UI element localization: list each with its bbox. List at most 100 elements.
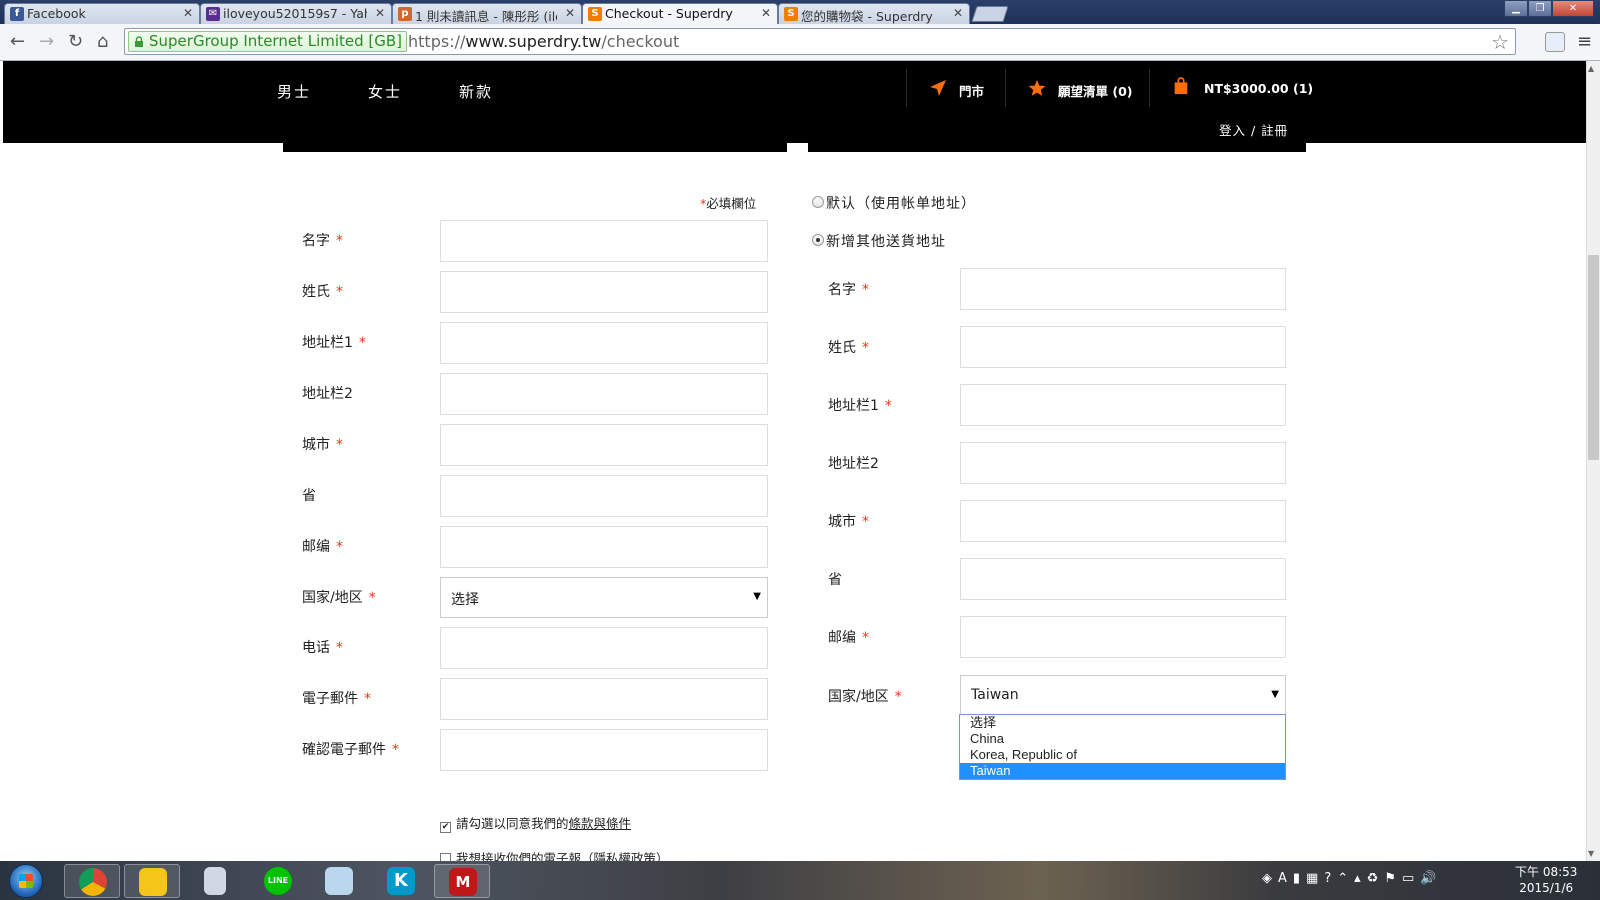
line-taskbar-button[interactable]: LINE — [250, 864, 306, 898]
tab-title: 您的購物袋 - Superdry — [801, 9, 933, 24]
billing-last-name-input[interactable] — [440, 271, 768, 313]
minimize-icon[interactable]: ▁ — [1504, 0, 1528, 17]
page-scrollbar[interactable] — [1586, 61, 1600, 861]
home-icon[interactable]: ⌂ — [97, 32, 108, 52]
url-text: https://www.superdry.tw/checkout — [408, 32, 679, 51]
terms-checkbox[interactable]: ✔ — [440, 822, 451, 833]
app-icon — [139, 868, 167, 896]
terms-text: 請勾選以同意我們的 — [456, 816, 569, 831]
chrome-taskbar-button[interactable] — [64, 864, 120, 898]
billing-postcode-input[interactable] — [440, 526, 768, 568]
billing-country-select[interactable]: 选择 ▼ — [440, 577, 768, 618]
browser-tab[interactable]: S 您的購物袋 - Superdry ✕ — [778, 3, 970, 24]
country-dropdown-list[interactable]: 选择 China Korea, Republic of Taiwan — [959, 714, 1286, 780]
newsletter-consent[interactable]: 我想接收你們的電子報（隱私權政策） — [440, 848, 669, 861]
shipping-city-input[interactable] — [960, 500, 1286, 542]
nav-men[interactable]: 男士 — [277, 81, 311, 102]
kakao-taskbar-button[interactable] — [124, 864, 180, 898]
billing-confirm-email-input[interactable] — [440, 729, 768, 771]
shipping-option-default[interactable]: 默认（使用帐单地址） — [812, 193, 976, 213]
chevron-down-icon: ▼ — [1271, 689, 1279, 700]
cart-count: (1) — [1292, 81, 1314, 96]
lock-icon — [135, 36, 143, 47]
wishlist-link[interactable]: 願望清單 (0) — [1005, 69, 1149, 107]
close-icon[interactable]: ✕ — [565, 6, 575, 20]
terms-consent[interactable]: ✔ 請勾選以同意我們的條款與條件 — [440, 813, 631, 833]
taskbar-clock[interactable]: 下午 08:53 2015/1/6 — [1515, 864, 1577, 896]
forward-icon[interactable]: → — [39, 32, 54, 52]
new-tab-button[interactable] — [971, 6, 1009, 22]
scrollbar-thumb[interactable] — [1588, 255, 1599, 460]
location-arrow-icon — [930, 80, 946, 96]
stores-link[interactable]: 門市 — [906, 69, 1006, 107]
cart-link[interactable]: NT$3000.00 (1) — [1149, 69, 1313, 107]
start-button[interactable] — [9, 864, 43, 898]
shipping-section-tab — [808, 143, 1306, 152]
dropdown-option[interactable]: 选择 — [960, 715, 1285, 731]
window-controls: ▁ ❐ ✕ — [1504, 0, 1594, 18]
bookmark-star-icon[interactable]: ☆ — [1491, 30, 1509, 54]
billing-first-name-input[interactable] — [440, 220, 768, 262]
close-icon[interactable]: ✕ — [761, 6, 771, 20]
browser-tab[interactable]: p 1 則未讀訊息 - 陳彤彤 (ilo ✕ — [392, 3, 582, 24]
superdry-icon: S — [588, 7, 602, 21]
nav-women[interactable]: 女士 — [368, 81, 402, 102]
ev-certificate-badge[interactable]: SuperGroup Internet Limited [GB] — [128, 31, 408, 52]
radio-button[interactable] — [812, 196, 824, 208]
shipping-option-new[interactable]: 新增其他送貨地址 — [812, 231, 946, 251]
shipping-last-name-input[interactable] — [960, 326, 1286, 368]
kkbox-taskbar-button[interactable]: K — [373, 864, 429, 898]
ev-label: SuperGroup Internet Limited [GB] — [149, 32, 403, 50]
stores-label: 門市 — [959, 84, 985, 99]
url-host: www.superdry.tw — [465, 32, 602, 51]
billing-email-input[interactable] — [440, 678, 768, 720]
notepad-taskbar-button[interactable] — [311, 864, 367, 898]
dropdown-option-selected[interactable]: Taiwan — [960, 763, 1285, 779]
shipping-postcode-input[interactable] — [960, 616, 1286, 658]
menu-icon[interactable]: ≡ — [1577, 31, 1592, 52]
billing-phone-input[interactable] — [440, 627, 768, 669]
extension-icon[interactable] — [1545, 32, 1565, 52]
nav-new[interactable]: 新款 — [459, 81, 493, 102]
radio-button-selected[interactable] — [812, 234, 824, 246]
shipping-address-line-2-input[interactable] — [960, 442, 1286, 484]
close-icon[interactable]: ✕ — [183, 6, 193, 20]
chevron-down-icon: ▼ — [753, 591, 761, 602]
billing-city-input[interactable] — [440, 424, 768, 466]
address-bar[interactable]: SuperGroup Internet Limited [GB] https:/… — [124, 28, 1516, 55]
close-window-icon[interactable]: ✕ — [1552, 0, 1594, 17]
calculator-taskbar-button[interactable] — [187, 864, 243, 898]
maximize-icon[interactable]: ❐ — [1528, 0, 1552, 17]
dropdown-option[interactable]: China — [960, 731, 1285, 747]
kkbox-icon: K — [387, 867, 415, 895]
shipping-address-line-1-input[interactable] — [960, 384, 1286, 426]
scroll-up-icon[interactable]: ▲ — [1588, 64, 1594, 73]
close-icon[interactable]: ✕ — [375, 6, 385, 20]
terms-link[interactable]: 條款與條件 — [569, 816, 632, 831]
billing-province-input[interactable] — [440, 475, 768, 517]
billing-address-line-1-input[interactable] — [440, 322, 768, 364]
mcafee-taskbar-button[interactable]: M — [434, 864, 490, 898]
browser-tab[interactable]: f Facebook ✕ — [4, 3, 200, 24]
scroll-down-icon[interactable]: ▼ — [1588, 849, 1594, 858]
dropdown-option[interactable]: Korea, Republic of — [960, 747, 1285, 763]
shipping-province-input[interactable] — [960, 558, 1286, 600]
browser-tab[interactable]: ✉ iloveyou520159s7 - Yah ✕ — [200, 3, 392, 24]
newsletter-checkbox[interactable] — [440, 853, 451, 861]
shipping-first-name-input[interactable] — [960, 268, 1286, 310]
browser-tab-active[interactable]: S Checkout - Superdry ✕ — [582, 3, 778, 24]
browser-toolbar: ← → ↻ ⌂ SuperGroup Internet Limited [GB]… — [0, 24, 1600, 61]
option-label: 默认（使用帐单地址） — [826, 196, 976, 212]
system-tray[interactable]: ◈A▮▦?⌃▴♻⚑▭🔊 — [1262, 871, 1442, 886]
wishlist-label: 願望清單 — [1058, 84, 1109, 99]
shipping-country-select[interactable]: Taiwan ▼ — [960, 675, 1286, 716]
back-icon[interactable]: ← — [10, 32, 25, 52]
billing-address-line-2-input[interactable] — [440, 373, 768, 415]
close-icon[interactable]: ✕ — [953, 6, 963, 20]
billing-address-line-2-label: 地址栏2 — [302, 386, 353, 402]
required-fields-note: *必填欄位 — [700, 196, 757, 211]
shipping-first-name-label: 名字 * — [828, 282, 869, 298]
shipping-country-label: 国家/地区 * — [828, 689, 902, 705]
reload-icon[interactable]: ↻ — [68, 32, 83, 52]
login-register-link[interactable]: 登入 / 註冊 — [1219, 120, 1288, 139]
